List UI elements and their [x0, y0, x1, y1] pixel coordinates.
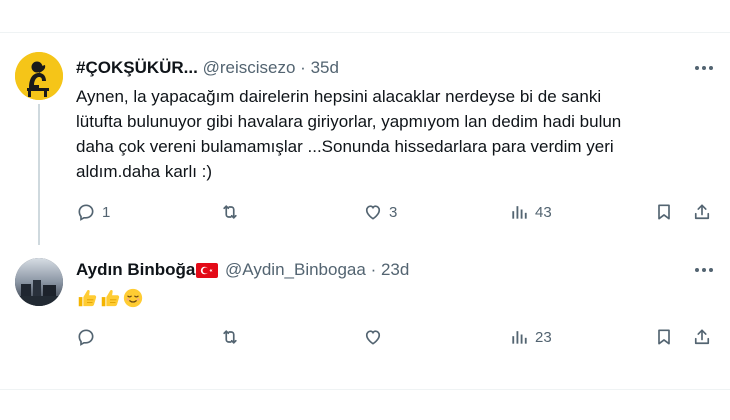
- bottom-divider: [0, 389, 730, 390]
- views-button[interactable]: 43: [509, 202, 552, 222]
- heart-icon: [365, 205, 381, 220]
- reply-button[interactable]: 1: [76, 202, 110, 222]
- like-count: 3: [389, 203, 398, 221]
- timestamp[interactable]: 23d: [381, 260, 409, 279]
- avatar[interactable]: [15, 52, 63, 100]
- tweet-header: Aydın Binboğa @Aydin_Binbogaa · 23d: [76, 259, 409, 284]
- handle[interactable]: @reiscisezo: [203, 58, 296, 77]
- reply-icon: [78, 329, 94, 346]
- thumbs-up-emoji-icon: [78, 289, 97, 307]
- bookmark-button[interactable]: [654, 202, 674, 222]
- separator-dot: ·: [370, 260, 377, 279]
- views-icon: [512, 331, 527, 344]
- repost-icon: [223, 330, 237, 344]
- views-icon: [512, 206, 527, 219]
- action-bar: 23: [76, 327, 718, 351]
- bookmark-icon: [658, 329, 670, 345]
- separator-dot: ·: [300, 58, 306, 77]
- share-button[interactable]: [692, 327, 712, 347]
- handle[interactable]: @Aydin_Binbogaa: [225, 260, 366, 279]
- display-name[interactable]: #ÇOKŞÜKÜR...: [76, 58, 198, 77]
- action-bar: 1 3 43: [76, 202, 718, 226]
- like-button[interactable]: [363, 327, 389, 347]
- repost-button[interactable]: [219, 327, 247, 347]
- reply-icon: [78, 204, 94, 221]
- display-name[interactable]: Aydın Binboğa: [76, 260, 195, 279]
- turkey-flag-icon: [196, 262, 219, 284]
- tweet-text: Aynen, la yapacağım dairelerin hepsini a…: [76, 87, 622, 181]
- heart-icon: [365, 330, 381, 345]
- views-count: 23: [535, 328, 552, 346]
- avatar[interactable]: [15, 258, 63, 306]
- thinker-silhouette-icon: [15, 52, 63, 100]
- reply-button[interactable]: [76, 327, 102, 347]
- thread-line: [38, 104, 40, 245]
- top-divider: [0, 32, 730, 33]
- bookmark-icon: [658, 204, 670, 220]
- bookmark-button[interactable]: [654, 327, 674, 347]
- more-icon[interactable]: [692, 258, 716, 282]
- relieved-face-emoji-icon: [123, 288, 143, 308]
- photo-avatar-icon: [15, 258, 63, 306]
- more-icon[interactable]: [692, 56, 716, 80]
- thumbs-up-emoji-icon: [101, 289, 120, 307]
- views-count: 43: [535, 203, 552, 221]
- tweet-header: #ÇOKŞÜKÜR... @reiscisezo · 35d: [76, 57, 339, 79]
- reply-count: 1: [102, 203, 111, 221]
- share-icon: [694, 329, 710, 345]
- repost-icon: [223, 205, 237, 219]
- timestamp[interactable]: 35d: [311, 58, 339, 77]
- share-button[interactable]: [692, 202, 712, 222]
- like-button[interactable]: 3: [363, 202, 397, 222]
- share-icon: [694, 204, 710, 220]
- emoji-row: [76, 287, 144, 311]
- views-button[interactable]: 23: [509, 327, 552, 347]
- repost-button[interactable]: [219, 202, 247, 222]
